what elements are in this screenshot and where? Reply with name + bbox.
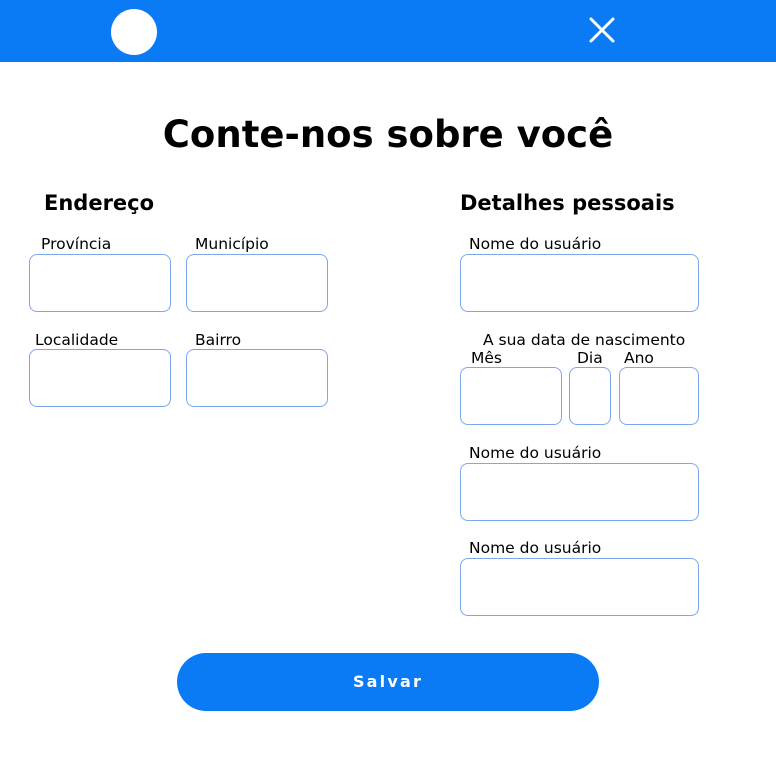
day-label: Dia — [577, 349, 603, 367]
birthdate-label: A sua data de nascimento — [483, 331, 686, 349]
top-bar — [0, 0, 776, 62]
year-label: Ano — [624, 349, 654, 367]
locality-label: Localidade — [35, 331, 119, 349]
municipality-input[interactable] — [186, 254, 328, 312]
neighborhood-label: Bairro — [195, 331, 242, 349]
username-label-2: Nome do usuário — [469, 444, 602, 462]
neighborhood-input[interactable] — [186, 349, 328, 407]
municipality-label: Município — [195, 235, 269, 253]
year-input[interactable] — [619, 367, 699, 425]
page-title: Conte-nos sobre você — [162, 113, 614, 156]
locality-input[interactable] — [29, 349, 171, 407]
avatar[interactable] — [111, 9, 157, 55]
username-label-3: Nome do usuário — [469, 539, 602, 557]
username-label-1: Nome do usuário — [469, 235, 602, 253]
username-input-2[interactable] — [460, 463, 699, 521]
month-input[interactable] — [460, 367, 562, 425]
month-label: Mês — [471, 349, 502, 367]
province-input[interactable] — [29, 254, 171, 312]
close-icon[interactable] — [586, 14, 618, 46]
save-button[interactable]: Salvar — [177, 653, 599, 711]
username-input-3[interactable] — [460, 558, 699, 616]
username-input-1[interactable] — [460, 254, 699, 312]
personal-section-title: Detalhes pessoais — [460, 191, 675, 215]
address-section-title: Endereço — [44, 191, 155, 215]
day-input[interactable] — [569, 367, 611, 425]
province-label: Província — [41, 235, 112, 253]
